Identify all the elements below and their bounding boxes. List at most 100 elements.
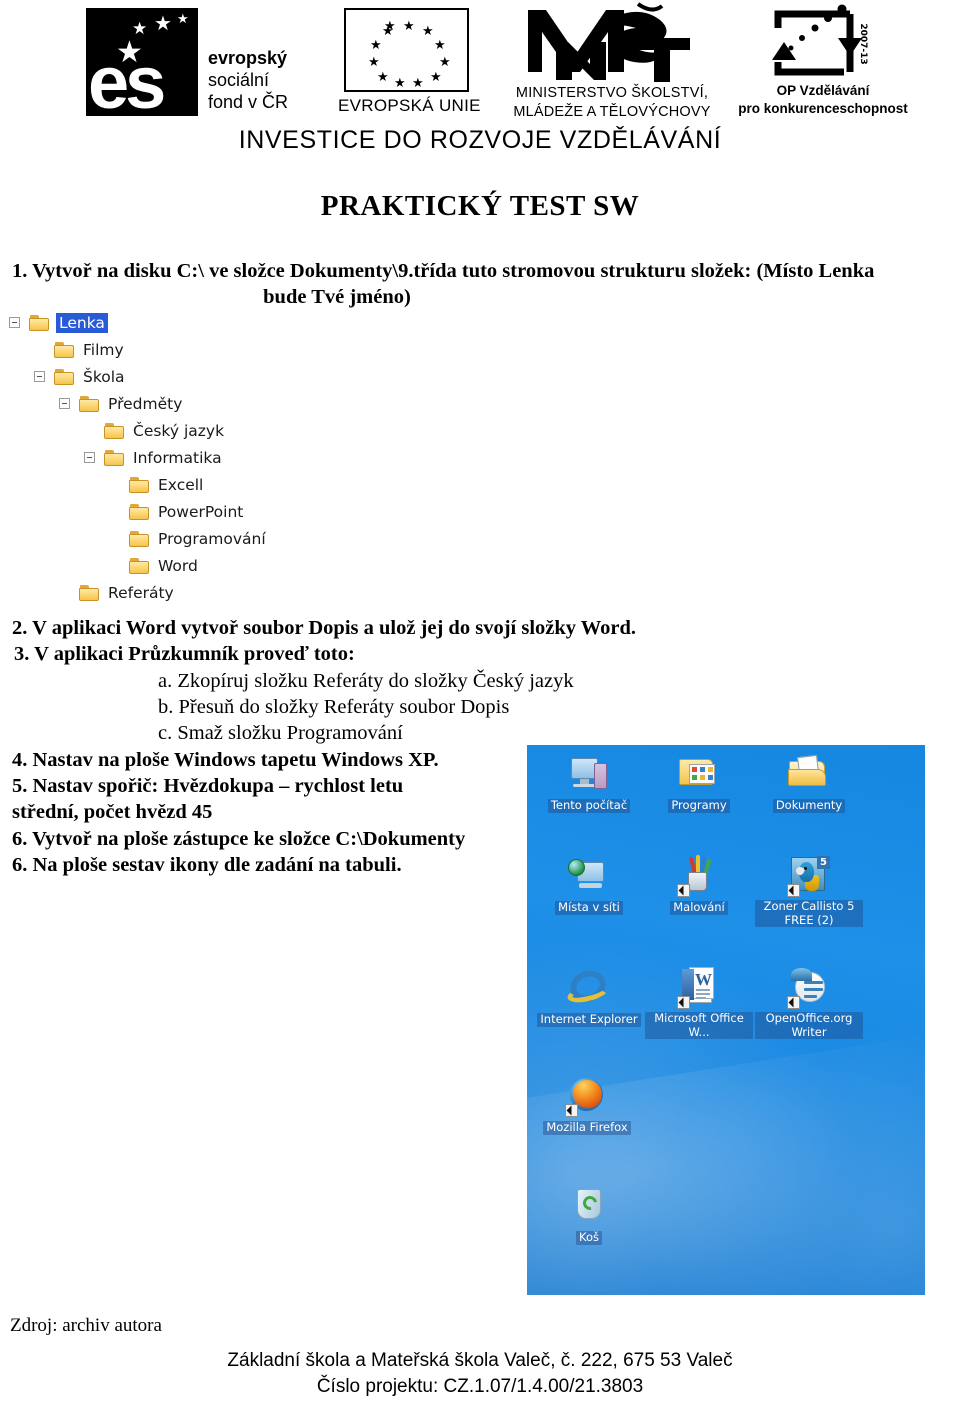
paint-icon	[677, 855, 721, 897]
tree-collapse-toggle[interactable]	[4, 314, 29, 332]
desktop-icon-label: Dokumenty	[772, 798, 846, 813]
desktop-icon-my-computer[interactable]: Tento počítač	[535, 753, 643, 813]
tree-item-programov-n-[interactable]: Programování	[4, 525, 268, 552]
desktop-icon-label: Internet Explorer	[537, 1012, 641, 1027]
folder-icon	[29, 314, 51, 332]
msmt-logo: MINISTERSTVO ŠKOLSTVÍ, MLÁDEŽE A TĚLOVÝC…	[492, 2, 732, 121]
zoner-callisto-icon: 5	[787, 855, 831, 897]
tree-item--esk-jazyk[interactable]: Český jazyk	[4, 417, 268, 444]
desktop-icon-network-places[interactable]: Místa v síti	[535, 855, 643, 915]
footer-project: Číslo projektu: CZ.1.07/1.4.00/21.3803	[316, 1375, 644, 1397]
desktop-icon-label: Koš	[576, 1230, 602, 1245]
wallpaper-sheen	[527, 1026, 925, 1295]
task-1-line2: bude Tvé jméno)	[263, 286, 411, 309]
network-places-icon	[567, 855, 611, 897]
tree-item-label: Excell	[158, 475, 204, 494]
page-title: PRAKTICKÝ TEST SW	[320, 190, 640, 222]
tree-item-p-edm-ty[interactable]: Předměty	[4, 390, 268, 417]
folder-icon	[54, 341, 76, 359]
msmt-caption: MINISTERSTVO ŠKOLSTVÍ, MLÁDEŽE A TĚLOVÝC…	[492, 84, 732, 121]
desktop-icon-documents-folder[interactable]: Dokumenty	[755, 753, 863, 813]
recycle-bin-icon	[567, 1185, 611, 1227]
documents-folder-icon	[787, 753, 831, 795]
tree-item-label: Český jazyk	[133, 421, 225, 440]
minus-box-icon[interactable]	[34, 370, 45, 382]
tree-item-label: Filmy	[83, 340, 124, 359]
footer: Základní škola a Mateřská škola Valeč, č…	[0, 1348, 960, 1400]
folder-icon	[79, 395, 101, 413]
tree-item-powerpoint[interactable]: PowerPoint	[4, 498, 268, 525]
task-line: 5. Nastav spořič: Hvězdokupa – rychlost …	[12, 774, 404, 797]
tree-item-informatika[interactable]: Informatika	[4, 444, 268, 471]
tree-collapse-toggle[interactable]	[29, 368, 54, 386]
strapline: INVESTICE DO ROZVOJE VZDĚLÁVÁNÍ	[238, 126, 722, 154]
op-caption-line1: OP Vzdělávání	[776, 83, 870, 98]
tree-item-label: Předměty	[108, 394, 183, 413]
desktop-icon-label: Zoner Callisto 5 FREE (2)	[755, 899, 863, 928]
tree-item-lenka[interactable]: Lenka	[4, 309, 268, 336]
folder-icon	[129, 557, 151, 575]
desktop-icon-zoner-callisto[interactable]: 5 Zoner Callisto 5 FREE (2)	[755, 855, 863, 928]
tree-item-filmy[interactable]: Filmy	[4, 336, 268, 363]
eu-caption: EVROPSKÁ UNIE	[338, 96, 481, 115]
my-computer-icon	[567, 753, 611, 795]
folder-icon	[129, 476, 151, 494]
msmt-caption-line2: MLÁDEŽE A TĚLOVÝCHOVY	[513, 103, 711, 120]
windows-desktop-screenshot: Tento počítač Programy Dokumenty Místa v sí…	[527, 745, 925, 1295]
openoffice-writer-icon	[787, 967, 831, 1009]
desktop-icon-label: Tento počítač	[547, 798, 631, 813]
esf-caption-line3: fond v ČR	[208, 91, 289, 112]
tree-item-excell[interactable]: Excell	[4, 471, 268, 498]
msmt-mark-icon	[528, 2, 690, 82]
folder-icon	[104, 422, 126, 440]
footer-school: Základní škola a Mateřská škola Valeč, č…	[227, 1350, 733, 1371]
desktop-icon-ms-word[interactable]: W Microsoft Office W...	[645, 967, 753, 1040]
desktop-icon-paint[interactable]: Malování	[645, 855, 753, 915]
tree-collapse-toggle[interactable]	[54, 395, 79, 413]
tree-item-label: Informatika	[133, 448, 222, 467]
folder-icon	[129, 503, 151, 521]
task-1-text: 1. Vytvoř na disku C:\ ve složce Dokumen…	[12, 258, 952, 310]
desktop-icon-label: Mozilla Firefox	[543, 1120, 631, 1135]
desktop-icon-openoffice-writer[interactable]: OpenOffice.org Writer	[755, 967, 863, 1040]
esf-caption-line1: evropský	[208, 48, 288, 68]
op-caption-line2: pro konkurenceschopnost	[738, 100, 908, 116]
shortcut-overlay-icon	[787, 996, 800, 1009]
task-line: střední, počet hvězd 45	[12, 801, 213, 824]
shortcut-overlay-icon	[787, 884, 800, 897]
desktop-icon-label: Místa v síti	[555, 900, 623, 915]
shortcut-overlay-icon	[677, 996, 690, 1009]
op-caption: OP Vzdělávání pro konkurenceschopnost	[730, 82, 916, 117]
tree-item-label: Lenka	[56, 312, 108, 333]
desktop-icon-firefox[interactable]: Mozilla Firefox	[533, 1075, 641, 1135]
header-logo-bar: ★ ★ ★ ★ esf evropský sociální fond v ČR …	[0, 0, 960, 154]
tree-item--kola[interactable]: Škola	[4, 363, 268, 390]
tree-item-word[interactable]: Word	[4, 552, 268, 579]
source-note: Zdroj: archiv autora	[10, 1315, 162, 1336]
tree-item-label: Škola	[83, 367, 125, 386]
tree-item-label: PowerPoint	[158, 502, 244, 521]
tree-item-refer-ty[interactable]: Referáty	[4, 579, 268, 606]
task-line: 6. Na ploše sestav ikony dle zadání na t…	[12, 853, 402, 876]
firefox-icon	[565, 1075, 609, 1117]
task-line: a. Zkopíruj složku Referáty do složky Če…	[158, 669, 574, 692]
folder-icon	[129, 530, 151, 548]
minus-box-icon[interactable]	[9, 316, 20, 328]
desktop-icon-recycle-bin[interactable]: Koš	[535, 1185, 643, 1245]
minus-box-icon[interactable]	[84, 451, 95, 463]
folder-icon	[54, 368, 76, 386]
task-line: 2. V aplikaci Word vytvoř soubor Dopis a…	[12, 617, 637, 639]
internet-explorer-icon	[565, 965, 611, 1009]
tree-collapse-toggle[interactable]	[79, 449, 104, 467]
tree-item-label: Word	[158, 556, 198, 575]
task-line: b. Přesuň do složky Referáty soubor Dopi…	[158, 695, 510, 718]
shortcut-overlay-icon	[565, 1104, 578, 1117]
minus-box-icon[interactable]	[59, 397, 70, 409]
desktop-icon-internet-explorer[interactable]: Internet Explorer	[535, 965, 643, 1027]
esf-logo: ★ ★ ★ ★ esf evropský sociální fond v ČR	[86, 8, 331, 120]
esf-mark-icon: ★ ★ ★ ★ esf	[86, 8, 198, 120]
desktop-icon-label: Programy	[668, 798, 730, 813]
desktop-icon-programs-folder[interactable]: Programy	[645, 753, 753, 813]
shortcut-overlay-icon	[677, 884, 690, 897]
task-line: c. Smaž složku Programování	[158, 722, 403, 745]
